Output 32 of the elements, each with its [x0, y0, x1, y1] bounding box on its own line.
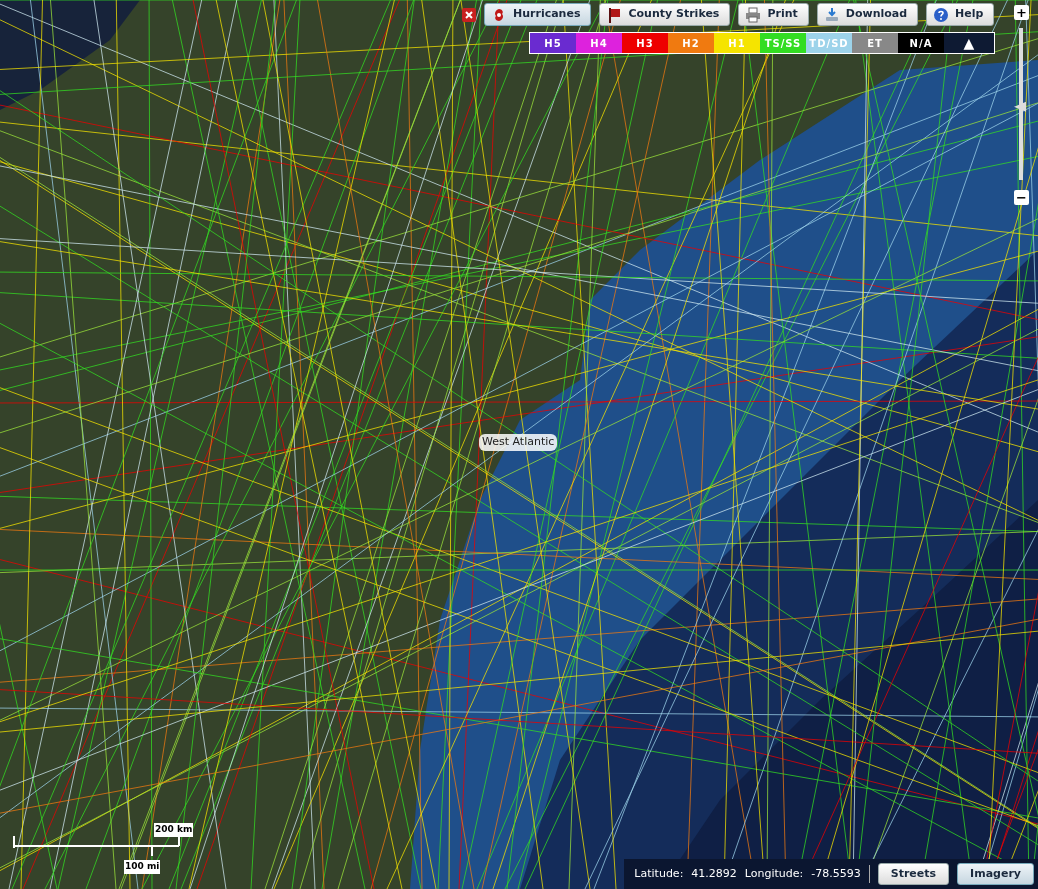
legend-category: H2 [668, 33, 714, 53]
hurricanes-button[interactable]: Hurricanes [484, 3, 592, 26]
legend-category: TS/SS [760, 33, 806, 53]
legend-category: H3 [622, 33, 668, 53]
legend-category: H1 [714, 33, 760, 53]
printer-icon [745, 6, 762, 23]
help-button[interactable]: Help [926, 3, 995, 26]
county-button[interactable]: County Strikes [599, 3, 731, 26]
download-button[interactable]: Download [816, 3, 919, 26]
legend-category: N/A [898, 33, 944, 53]
download-icon [823, 6, 840, 23]
print-button[interactable]: Print [738, 3, 809, 26]
latitude-label: Latitude: [634, 865, 684, 882]
zoom-slider-thumb[interactable] [1014, 101, 1026, 112]
scale-label: 100 mi [124, 860, 161, 874]
legend-category: H4 [576, 33, 622, 53]
map-region-label: West Atlantic [479, 434, 558, 451]
zoom-slider-track[interactable] [1013, 28, 1029, 180]
longitude-value: -78.5593 [811, 865, 861, 882]
base-layer-button[interactable]: Imagery [957, 863, 1034, 885]
collapse-button[interactable]: ▲ [944, 33, 994, 53]
legend-category: H5 [530, 33, 576, 53]
zoom-out-button[interactable]: − [1014, 190, 1029, 205]
help-icon [933, 6, 950, 23]
legend-category: TD/SD [806, 33, 852, 53]
legend-category: ET [852, 33, 898, 53]
base-layer-button[interactable]: Streets [877, 863, 950, 885]
zoom-in-button[interactable]: + [1014, 5, 1029, 20]
latitude-value: 41.2892 [691, 865, 737, 882]
scale-label: 200 km [154, 823, 194, 837]
longitude-label: Longitude: [744, 865, 804, 882]
flag-icon [606, 6, 623, 23]
